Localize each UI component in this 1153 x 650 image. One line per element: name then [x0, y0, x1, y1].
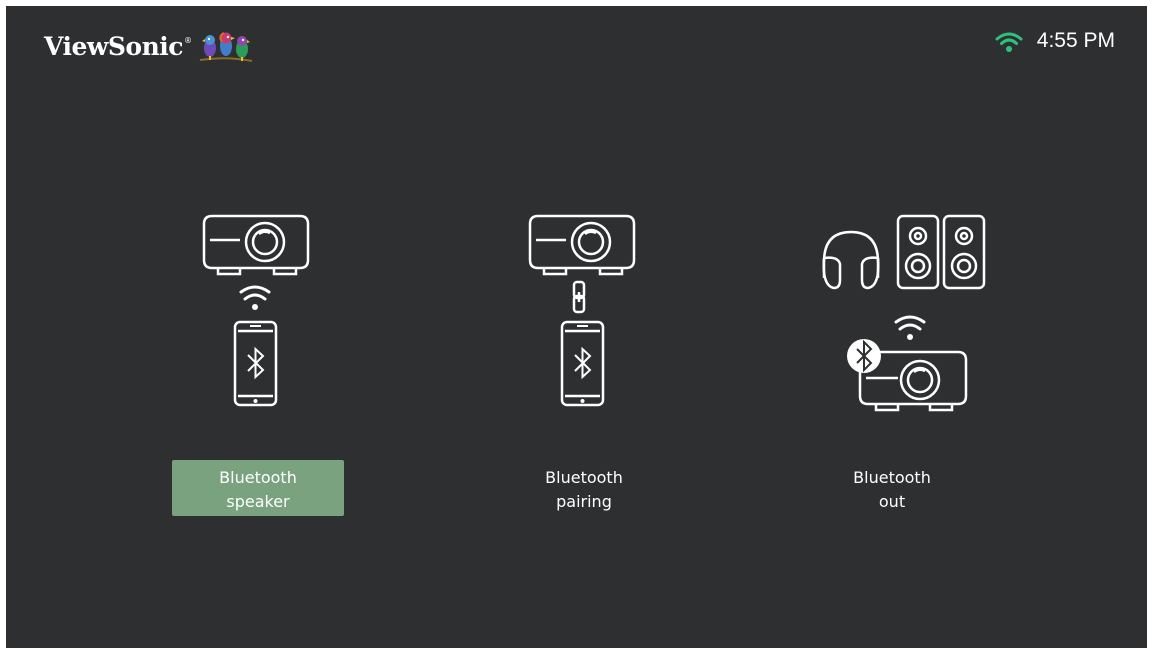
headphones-icon — [822, 230, 880, 290]
bluetooth-icon — [847, 339, 881, 373]
option-label: Bluetooth out — [806, 460, 978, 516]
option-label-line1: Bluetooth — [219, 468, 297, 487]
status-bar: 4:55 PM — [995, 28, 1115, 54]
option-label-line2: pairing — [556, 492, 612, 511]
phone-bluetooth-icon — [560, 320, 605, 407]
option-label-line1: Bluetooth — [545, 468, 623, 487]
bluetooth-menu-screen: ViewSonic ® 4:55 PM Bluetooth speaker Bl… — [6, 6, 1147, 648]
option-label-line2: speaker — [226, 492, 290, 511]
wifi-icon — [239, 285, 271, 310]
viewsonic-logo: ViewSonic ® — [44, 30, 254, 70]
option-bluetooth-out[interactable]: Bluetooth out — [762, 210, 1022, 530]
option-label: Bluetooth speaker — [172, 460, 344, 516]
option-bluetooth-speaker[interactable]: Bluetooth speaker — [128, 210, 388, 530]
speakers-icon — [896, 214, 986, 290]
link-icon — [572, 280, 586, 314]
projector-icon — [202, 214, 310, 276]
option-label-line2: out — [878, 492, 906, 511]
wifi-icon — [894, 315, 926, 340]
bluetooth-speaker-illustration — [202, 214, 310, 407]
phone-bluetooth-icon — [233, 320, 278, 407]
option-bluetooth-pairing[interactable]: Bluetooth pairing — [444, 210, 704, 530]
option-label: Bluetooth pairing — [498, 460, 670, 516]
brand-trademark: ® — [184, 36, 193, 45]
bluetooth-out-illustration — [822, 214, 986, 412]
brand-name: ViewSonic — [44, 32, 184, 61]
birds-logo-icon — [199, 32, 253, 62]
option-label-line1: Bluetooth — [853, 468, 931, 487]
wifi-icon — [995, 32, 1023, 52]
clock: 4:55 PM — [1036, 29, 1115, 52]
bluetooth-pairing-illustration — [528, 214, 636, 407]
projector-icon — [528, 214, 636, 276]
